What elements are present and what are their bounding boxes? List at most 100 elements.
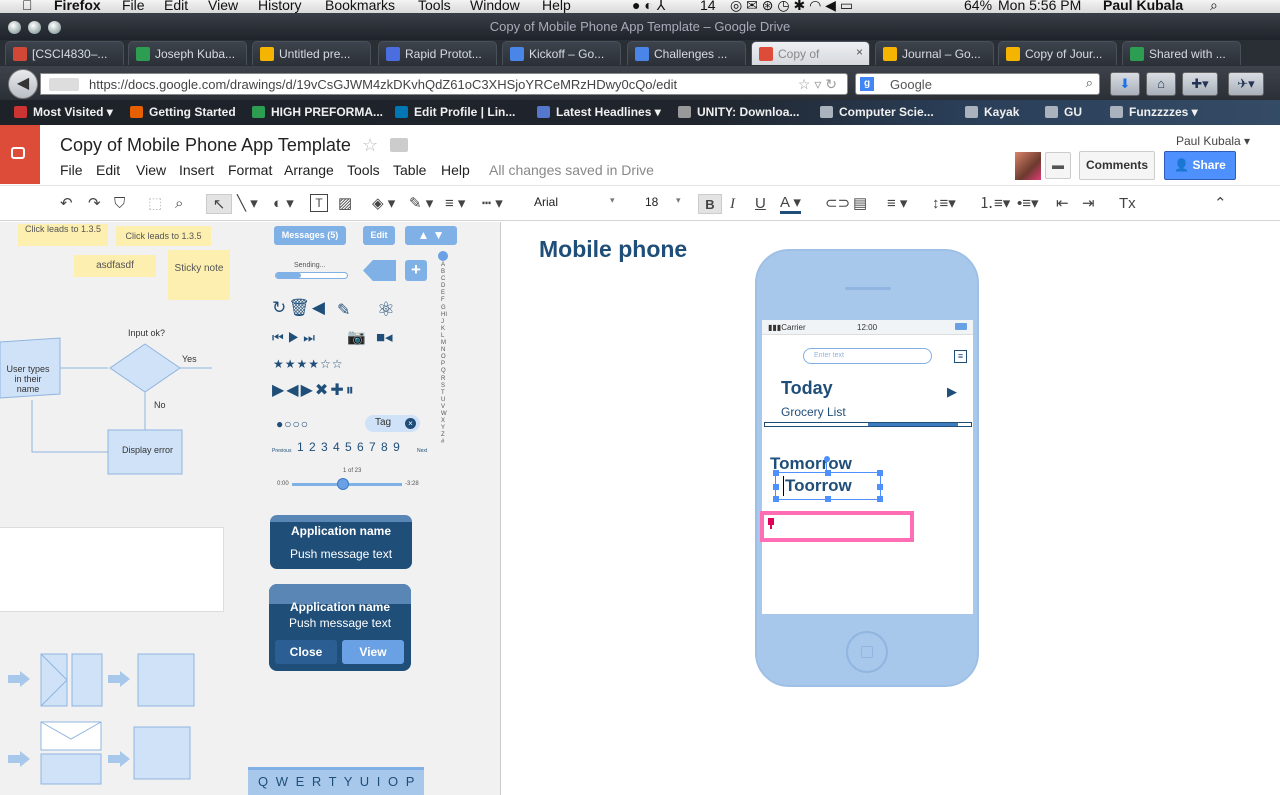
spotlight-icon[interactable]: ⌕	[1210, 0, 1218, 13]
font-family-select[interactable]: Arial ▾	[534, 195, 615, 209]
alphabet-index[interactable]: ABCDEFGHIJKLMNOPQRSTUVWXYZ#	[441, 262, 447, 446]
tab-item[interactable]: [CSCI4830–...	[5, 41, 124, 65]
menu-arrange[interactable]: Arrange	[284, 162, 334, 178]
push-alert[interactable]: Application name Push message text Close…	[269, 584, 411, 671]
pager-prev[interactable]: Previous	[272, 448, 291, 454]
chat-icon[interactable]: ▬	[1045, 152, 1071, 179]
menubar-app[interactable]: Firefox	[54, 0, 101, 13]
tag-remove-icon[interactable]: ×	[405, 418, 416, 429]
back-arrow-icon[interactable]	[363, 260, 396, 281]
menu-view[interactable]: View	[136, 162, 166, 178]
resize-handle[interactable]	[825, 496, 831, 502]
pager-pages[interactable]: 1 2 3 4 5 6 7 8 9	[297, 440, 401, 454]
tomorrow-label[interactable]: Tomorrow	[770, 454, 852, 474]
bookmark-item[interactable]: Computer Scie...	[820, 105, 934, 119]
tab-item[interactable]: Untitled pre...	[252, 41, 371, 65]
close-tab-icon[interactable]: ×	[856, 45, 863, 59]
sticky-note[interactable]: Click leads to 1.3.5	[18, 224, 108, 246]
shape-tool-icon[interactable]: ◐ ▾	[273, 194, 294, 214]
star-icon[interactable]: ☆	[362, 135, 378, 156]
textbox-icon[interactable]: T	[310, 194, 328, 212]
text-color-icon[interactable]: A ▾	[780, 194, 801, 214]
drawing-canvas[interactable]: Mobile phone ▮▮▮Carrier 12:00 Enter text…	[502, 222, 1280, 795]
line-weight-icon[interactable]: ≡ ▾	[445, 194, 465, 214]
messages-back-button[interactable]: Messages (5)	[274, 226, 346, 245]
line-tool-icon[interactable]: ╲ ▾	[237, 194, 258, 214]
edited-text[interactable]: Toorrow	[783, 476, 852, 496]
fill-color-icon[interactable]: ◈ ▾	[372, 194, 395, 214]
bookmark-item[interactable]: Kayak	[965, 105, 1019, 119]
keyboard[interactable]: Q W E R T Y U I O P	[248, 767, 424, 795]
resize-handle[interactable]	[825, 470, 831, 476]
url-bar[interactable]: https://docs.google.com/drawings/d/19vCs…	[40, 73, 848, 95]
bookmark-item[interactable]: HIGH PREFORMA...	[252, 105, 383, 119]
menu-file[interactable]: File	[60, 162, 83, 178]
today-heading[interactable]: Today	[781, 378, 833, 399]
tag-chip[interactable]: Tag ×	[365, 415, 420, 432]
push-close-button[interactable]: Close	[275, 640, 337, 664]
paper-shape[interactable]	[0, 527, 224, 612]
home-icon[interactable]: ⌂	[1146, 72, 1176, 96]
document-title[interactable]: Copy of Mobile Phone App Template	[60, 135, 351, 156]
decrease-indent-icon[interactable]: ⇤	[1056, 194, 1069, 214]
bookmark-item[interactable]: Funzzzzes ▾	[1110, 105, 1198, 119]
menubar-file[interactable]: File	[122, 0, 145, 13]
tab-item[interactable]: Copy of Jour...	[998, 41, 1117, 65]
tab-item[interactable]: Journal – Go...	[875, 41, 994, 65]
home-button[interactable]	[846, 631, 888, 673]
tab-item[interactable]: Challenges ...	[627, 41, 746, 65]
atom-icon[interactable]: ⚛	[377, 297, 395, 322]
phone-search-input[interactable]: Enter text	[803, 348, 932, 364]
pager-next[interactable]: Next	[417, 448, 427, 454]
menu-insert[interactable]: Insert	[179, 162, 214, 178]
menu-format[interactable]: Format	[228, 162, 272, 178]
clock[interactable]: Mon 5:56 PM	[998, 0, 1081, 13]
addon-icon[interactable]: ✚▾	[1182, 72, 1218, 96]
segmented-arrows-icon[interactable]: ▲ ▼	[405, 226, 457, 245]
underline-icon[interactable]: U	[755, 194, 766, 214]
push-notification[interactable]: Application name Push message text	[270, 515, 412, 569]
page-dots[interactable]: ●○○○	[276, 417, 309, 431]
italic-icon[interactable]: I	[730, 194, 735, 214]
menubar-user[interactable]: Paul Kubala	[1103, 0, 1183, 13]
back-button[interactable]: ◀	[8, 69, 38, 99]
menubar-edit[interactable]: Edit	[164, 0, 188, 13]
grocery-list-label[interactable]: Grocery List	[781, 405, 846, 419]
resize-handle[interactable]	[877, 496, 883, 502]
tab-item[interactable]: Copy of ×	[751, 41, 870, 65]
font-size-select[interactable]: 18 ▾	[645, 195, 681, 209]
share-button[interactable]: 👤 Share	[1164, 151, 1236, 180]
avatar[interactable]	[1015, 152, 1041, 180]
menu-table[interactable]: Table	[393, 162, 426, 178]
select-tool-icon[interactable]: ↖	[206, 194, 232, 214]
canvas-heading[interactable]: Mobile phone	[539, 236, 687, 263]
tab-item[interactable]: Shared with ...	[1122, 41, 1241, 65]
bookmark-star-icon[interactable]: ☆ ▿ ↻	[798, 76, 837, 93]
apple-icon[interactable]: 	[22, 0, 33, 13]
tab-item[interactable]: Joseph Kuba...	[128, 41, 247, 65]
video-icon[interactable]: ■◂	[376, 328, 393, 346]
push-view-button[interactable]: View	[342, 640, 404, 664]
undo-icon[interactable]: ↶	[60, 194, 73, 214]
bookmark-item[interactable]: Getting Started	[130, 105, 236, 119]
resize-handle[interactable]	[773, 484, 779, 490]
index-scroll-dot[interactable]	[438, 251, 448, 261]
media-icons-row1[interactable]: ↻🗑◀	[272, 298, 327, 318]
resize-handle[interactable]	[877, 470, 883, 476]
search-icon[interactable]: ⌕	[1086, 75, 1093, 91]
circle-buttons-row[interactable]: ▶◀▶✖✚⏸	[272, 380, 356, 400]
menu-tools[interactable]: Tools	[347, 162, 380, 178]
paint-format-icon[interactable]: ⛉	[114, 194, 125, 214]
search-input[interactable]: g Google ⌕	[855, 73, 1100, 95]
resize-handle[interactable]	[773, 496, 779, 502]
menubar-help[interactable]: Help	[542, 0, 571, 13]
bulleted-list-icon[interactable]: •≡▾	[1017, 194, 1039, 214]
playback-controls-icon[interactable]: ⏮▶⏭	[272, 330, 319, 346]
menubar-bookmarks[interactable]: Bookmarks	[325, 0, 395, 13]
resize-handle[interactable]	[773, 470, 779, 476]
link-icon[interactable]: ⊂⊃	[825, 194, 850, 214]
menubar-history[interactable]: History	[258, 0, 302, 13]
folder-icon[interactable]	[390, 138, 408, 152]
menu-edit[interactable]: Edit	[96, 162, 120, 178]
menu-icon[interactable]: ✈▾	[1228, 72, 1264, 96]
